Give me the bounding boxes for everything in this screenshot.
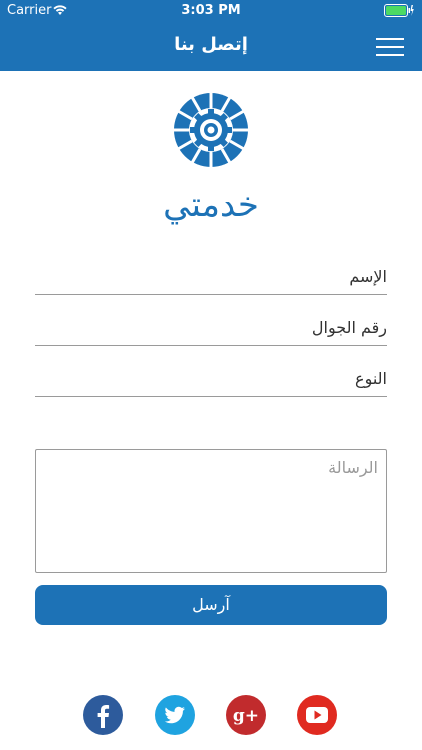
status-bar: Carrier 3:03 PM: [0, 0, 422, 22]
twitter-icon[interactable]: [155, 695, 195, 735]
page-title: إتصل بنا: [174, 34, 248, 55]
google-plus-icon[interactable]: g+: [226, 695, 266, 735]
app-header: Carrier 3:03 PM إتصل بنا: [0, 0, 422, 71]
status-time: 3:03 PM: [181, 3, 241, 18]
message-box: [35, 449, 387, 573]
brand-name: خدمتي: [163, 185, 259, 225]
svg-text:g+: g+: [233, 706, 259, 726]
hamburger-line-icon: [376, 38, 404, 40]
hamburger-line-icon: [376, 46, 404, 48]
message-textarea[interactable]: [36, 450, 386, 572]
youtube-icon[interactable]: [297, 695, 337, 735]
type-select[interactable]: [35, 360, 387, 396]
type-field-wrapper: [35, 360, 387, 397]
battery-icon: [384, 4, 414, 21]
logo-gear-icon: [173, 92, 249, 168]
phone-field-wrapper: [35, 309, 387, 346]
name-input[interactable]: [35, 258, 387, 294]
name-field-wrapper: [35, 258, 387, 295]
hamburger-line-icon: [376, 54, 404, 56]
send-button[interactable]: آرسل: [35, 585, 387, 625]
phone-input[interactable]: [35, 309, 387, 345]
facebook-icon[interactable]: [83, 695, 123, 735]
menu-button[interactable]: [376, 38, 404, 56]
